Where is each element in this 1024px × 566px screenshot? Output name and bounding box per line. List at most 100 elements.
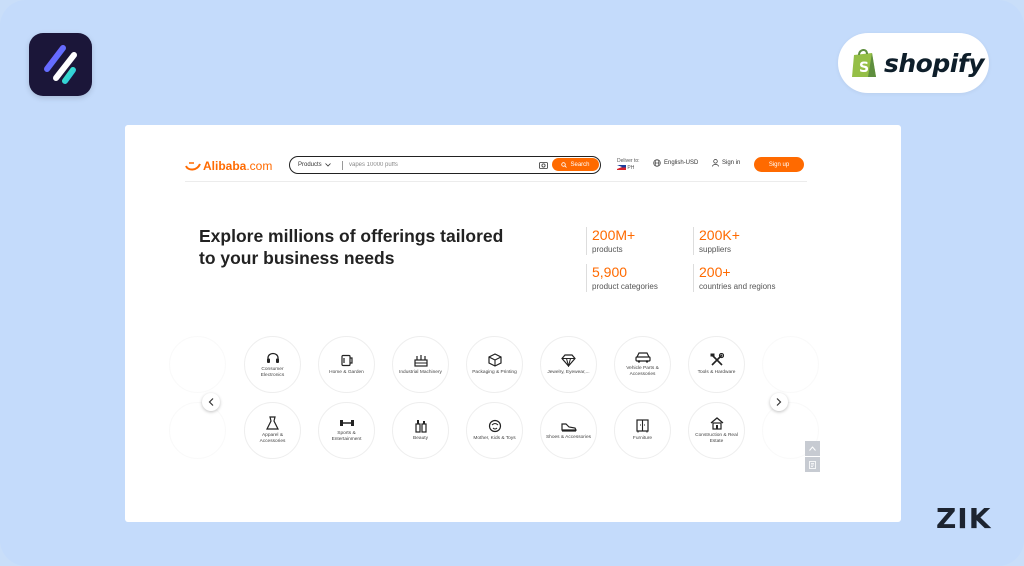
stat-products: 200M+ products	[586, 227, 635, 255]
home-garden-icon	[341, 354, 353, 366]
house-icon	[710, 416, 723, 430]
category-construction-real-estate[interactable]: Construction & Real Estate	[688, 402, 745, 459]
alibaba-smile-icon	[185, 162, 201, 171]
category-label: Vehicle Parts & Accessories	[626, 366, 659, 377]
user-icon	[712, 159, 719, 167]
alibaba-logo-suffix: .com	[246, 159, 273, 173]
category-beauty[interactable]: Beauty	[392, 402, 449, 459]
scroll-top-button[interactable]	[805, 441, 820, 456]
category-label: Packaging & Printing	[472, 370, 517, 375]
sign-in-label: Sign in	[722, 160, 741, 166]
alibaba-screenshot: Alibaba.com Products Search Deliver to: …	[125, 125, 901, 522]
shopify-bag-icon: S	[852, 49, 876, 77]
category-label: Sports & Entertainment	[331, 431, 362, 442]
search-button-label: Search	[570, 161, 590, 168]
alibaba-logo[interactable]: Alibaba.com	[185, 159, 272, 173]
shopify-badge: S shopify	[838, 33, 989, 93]
search-bar: Products Search	[289, 156, 601, 174]
globe-icon	[653, 159, 661, 167]
search-button[interactable]: Search	[552, 158, 599, 171]
category-shoes-accessories[interactable]: Shoes & Accessories	[540, 402, 597, 459]
category-partial-left[interactable]	[169, 402, 226, 459]
category-industrial-machinery[interactable]: Industrial Machinery	[392, 336, 449, 393]
category-mother-kids-toys[interactable]: Mother, Kids & Toys	[466, 402, 523, 459]
category-label: Shoes & Accessories	[545, 434, 592, 440]
search-category-label: Products	[298, 162, 322, 168]
shopify-wordmark: shopify	[884, 48, 985, 78]
category-vehicle-parts[interactable]: Vehicle Parts & Accessories	[614, 336, 671, 393]
stat-label: products	[592, 245, 623, 254]
stat-label: product categories	[592, 282, 658, 291]
category-label: Apparel & Accessories	[259, 433, 286, 444]
car-icon	[634, 352, 651, 363]
chevron-up-icon	[809, 446, 816, 451]
hero-headline-line1: Explore millions of offerings tailored	[199, 226, 504, 246]
category-label: Construction & Real Estate	[695, 432, 738, 444]
beauty-icon	[414, 420, 427, 433]
sign-in-link[interactable]: Sign in	[712, 159, 740, 167]
deliver-country: PH	[627, 165, 635, 171]
chevron-right-icon	[776, 398, 782, 406]
feedback-button[interactable]	[805, 457, 820, 472]
headphones-icon	[266, 352, 279, 363]
hero-headline-line2: to your business needs	[199, 248, 395, 268]
language-label: English-USD	[664, 160, 699, 166]
category-furniture[interactable]: Furniture	[614, 402, 671, 459]
search-icon	[561, 161, 568, 168]
zik-wordmark: ZIK	[936, 502, 992, 535]
category-label: Furniture	[632, 436, 653, 441]
philippines-flag-icon	[617, 165, 626, 171]
category-label: Home & Garden	[329, 369, 364, 375]
deliver-to-label: Deliver to:	[617, 158, 640, 164]
stat-value: 5,900	[592, 264, 628, 280]
stat-suppliers: 200K+ suppliers	[693, 227, 740, 255]
category-sports-entertainment[interactable]: Sports & Entertainment	[318, 402, 375, 459]
category-tools-hardware[interactable]: Tools & Hardware	[688, 336, 745, 393]
camera-icon[interactable]	[539, 161, 548, 169]
language-selector[interactable]: English-USD	[653, 159, 698, 167]
app-logo-icon	[29, 33, 92, 96]
stat-value: 200+	[699, 264, 731, 280]
category-packaging-printing[interactable]: Packaging & Printing	[466, 336, 523, 393]
dress-icon	[266, 416, 279, 430]
diamond-icon	[561, 353, 576, 367]
category-jewelry-eyewear[interactable]: Jewelry, Eyewear,...	[540, 336, 597, 393]
tools-icon	[710, 353, 724, 366]
edit-note-icon	[808, 460, 816, 469]
search-divider	[342, 160, 343, 170]
shoe-icon	[560, 422, 577, 432]
carousel-next-button[interactable]	[770, 393, 788, 411]
search-category-select[interactable]: Products	[298, 162, 342, 168]
toy-icon	[488, 419, 501, 433]
stat-value: 200M+	[592, 227, 636, 243]
search-input[interactable]	[349, 162, 533, 168]
deliver-to[interactable]: Deliver to: PH	[617, 158, 640, 172]
category-label: Tools & Hardware	[697, 370, 736, 375]
chevron-left-icon	[208, 398, 214, 406]
sign-up-button[interactable]: Sign up	[754, 157, 804, 172]
stat-categories: 5,900 product categories	[586, 264, 658, 292]
stat-countries: 200+ countries and regions	[693, 264, 776, 292]
category-label: Beauty	[413, 436, 428, 441]
svg-text:S: S	[859, 60, 869, 76]
dumbbell-icon	[339, 420, 354, 426]
carousel-prev-button[interactable]	[202, 393, 220, 411]
category-label: Jewelry, Eyewear,...	[547, 369, 590, 375]
chevron-down-icon	[324, 163, 331, 167]
hero-headline: Explore millions of offerings tailored t…	[199, 225, 539, 269]
alibaba-logo-text: Alibaba	[203, 159, 247, 173]
category-partial-right[interactable]	[762, 336, 819, 393]
alibaba-header: Alibaba.com Products Search Deliver to: …	[185, 156, 807, 182]
furniture-icon	[636, 419, 649, 433]
category-partial-left[interactable]	[169, 336, 226, 393]
category-home-garden[interactable]: Home & Garden	[318, 336, 375, 393]
category-label: Industrial Machinery	[399, 369, 442, 375]
box-icon	[487, 353, 502, 367]
category-consumer-electronics[interactable]: Consumer Electronics	[244, 336, 301, 393]
stat-label: countries and regions	[699, 282, 776, 291]
stat-label: suppliers	[699, 245, 732, 254]
category-apparel-accessories[interactable]: Apparel & Accessories	[244, 402, 301, 459]
category-label: Consumer Electronics	[260, 366, 285, 378]
machinery-icon	[413, 354, 428, 367]
category-label: Mother, Kids & Toys	[473, 436, 516, 441]
